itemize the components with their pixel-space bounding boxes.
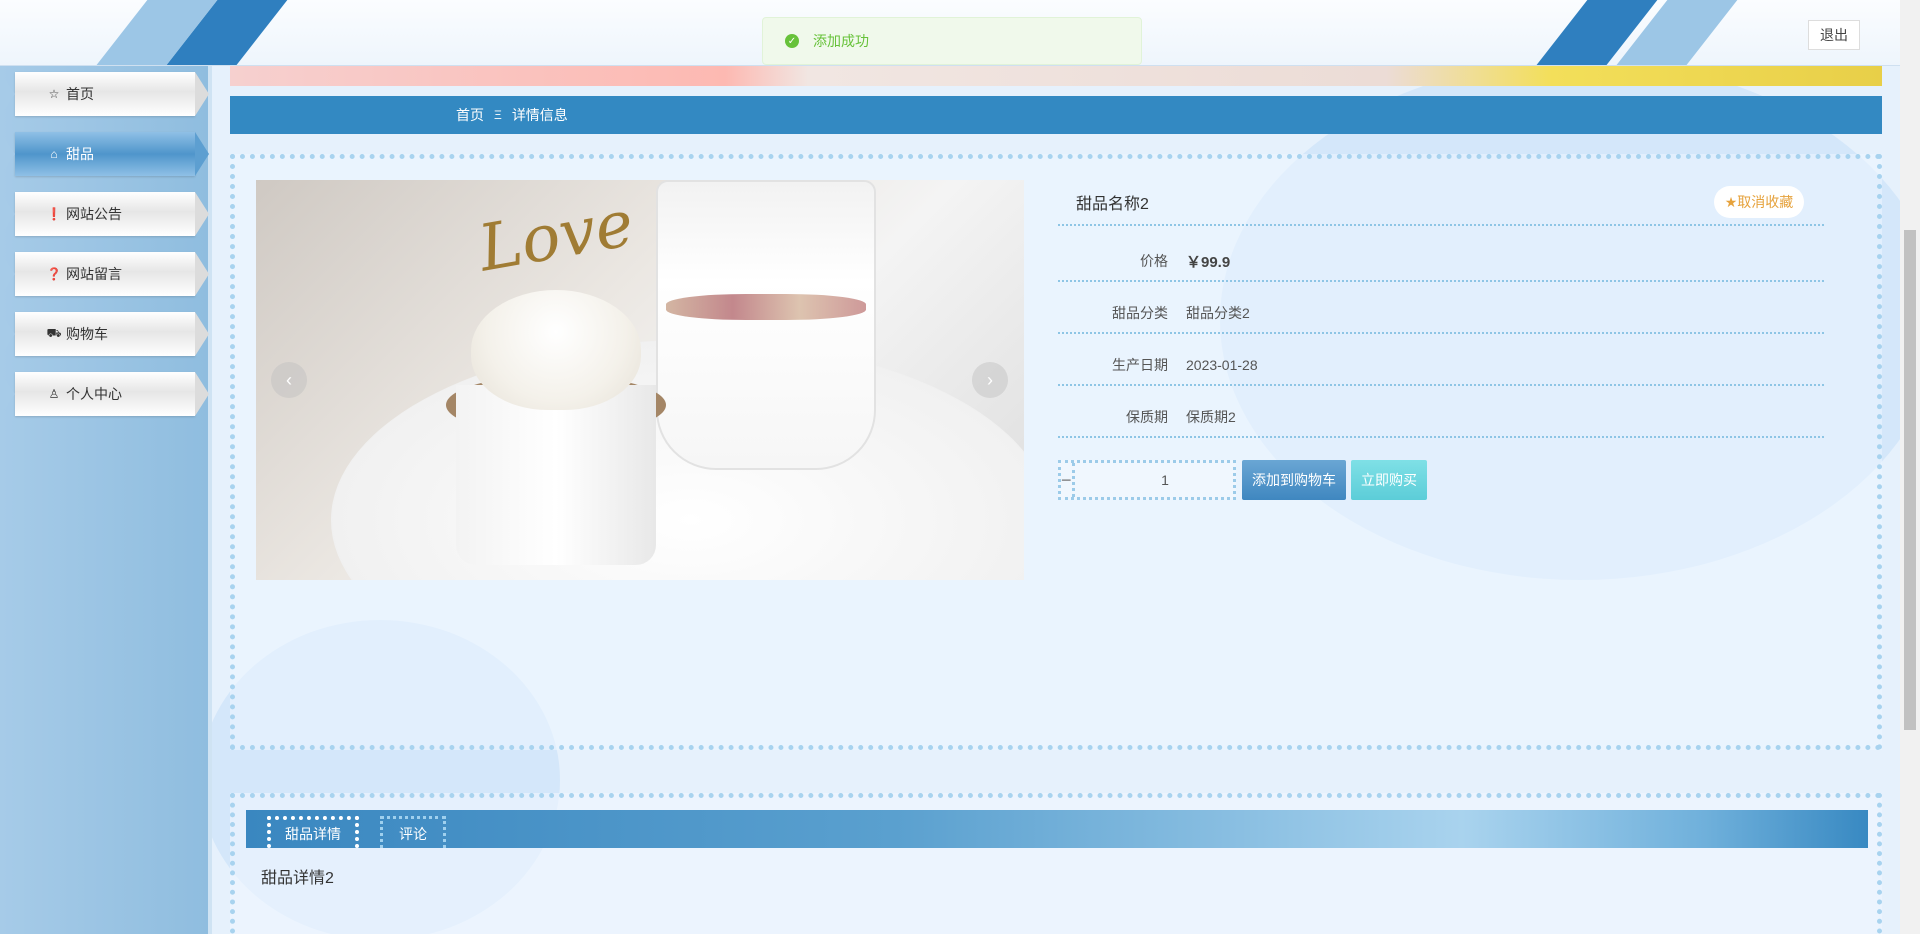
field-label: 价格: [1140, 253, 1168, 269]
nav-notch: [195, 312, 209, 356]
product-image-carousel[interactable]: Love: [256, 180, 1024, 580]
field-label: 保质期: [1126, 409, 1168, 425]
field-label: 生产日期: [1112, 357, 1168, 373]
add-to-cart-button[interactable]: 添加到购物车: [1242, 460, 1346, 500]
nav-content: ⌂ 甜品: [0, 144, 94, 164]
sidebar-item-messages[interactable]: ❓ 网站留言: [0, 252, 212, 296]
production-date-value: 2023-01-28: [1186, 357, 1258, 373]
exclamation-circle-icon: ❗: [46, 207, 62, 221]
nav-notch: [195, 372, 209, 416]
sidebar-item-label: 购物车: [66, 326, 108, 342]
nav-content: ⛟ 购物车: [0, 324, 108, 344]
nav-content: ❓ 网站留言: [0, 264, 122, 284]
info-row-production-date: 生产日期 2023-01-28: [1058, 346, 1824, 386]
buy-now-button[interactable]: 立即购买: [1351, 460, 1427, 500]
jug-fill-shape: [666, 294, 866, 320]
price-value: ￥99.9: [1186, 253, 1231, 271]
lock-bag-icon: ⌂: [50, 147, 58, 161]
carousel-prev-icon[interactable]: ‹: [271, 362, 307, 398]
tab-content-text: 甜品详情2: [261, 870, 334, 887]
category-value: 甜品分类2: [1186, 305, 1250, 321]
nav-content: ♙ 个人中心: [0, 384, 122, 404]
decrease-quantity-button[interactable]: −: [1061, 463, 1075, 497]
breadcrumb-current: 详情信息: [511, 107, 568, 123]
field-label: 甜品分类: [1112, 305, 1168, 321]
sidebar-item-label: 个人中心: [66, 386, 122, 402]
quantity-input[interactable]: [1074, 463, 1256, 497]
nav-content: ❗ 网站公告: [0, 204, 122, 224]
info-row-category: 甜品分类 甜品分类2: [1058, 294, 1824, 334]
check-circle-icon: ✓: [785, 34, 799, 48]
quantity-stepper: − +: [1058, 460, 1269, 500]
sidebar-item-home[interactable]: ☆ 首页: [0, 72, 212, 116]
nav-notch: [195, 192, 209, 236]
cupcake-cup-shape: [456, 385, 656, 565]
sidebar-item-announcements[interactable]: ❗ 网站公告: [0, 192, 212, 236]
scrollbar-thumb[interactable]: [1904, 230, 1916, 730]
unfavorite-button[interactable]: ★取消收藏: [1714, 186, 1804, 218]
sidebar-item-label: 甜品: [66, 146, 94, 162]
shelf-life-value: 保质期2: [1186, 409, 1236, 425]
tab-comments[interactable]: 评论: [380, 816, 446, 848]
nav-notch: [195, 132, 209, 176]
info-row-shelf-life: 保质期 保质期2: [1058, 398, 1824, 438]
sidebar-item-label: 网站留言: [66, 266, 122, 282]
nav-notch: [195, 252, 209, 296]
sidebar: ☆ 首页 ⌂ 甜品 ❗ 网站公告 ❓ 网站留言 ⛟ 购物车 ♙ 个人中心: [0, 66, 212, 934]
milk-jug-shape: [656, 180, 876, 470]
breadcrumb-home[interactable]: 首页: [456, 105, 484, 125]
sidebar-item-label: 首页: [66, 86, 94, 102]
sidebar-item-profile[interactable]: ♙ 个人中心: [0, 372, 212, 416]
cart-icon: ⛟: [46, 326, 62, 340]
logout-button[interactable]: 退出: [1808, 20, 1860, 50]
nav-content: ☆ 首页: [0, 84, 94, 104]
breadcrumb-separator-icon: Ξ: [494, 108, 502, 122]
toast-message: 添加成功: [813, 33, 869, 49]
tab-dessert-details[interactable]: 甜品详情: [267, 816, 359, 848]
product-name: 甜品名称2: [1076, 196, 1149, 213]
success-toast: ✓ 添加成功: [762, 17, 1142, 65]
star-icon: ☆: [48, 87, 60, 101]
nav-notch: [195, 72, 209, 116]
love-topper: Love: [473, 186, 640, 287]
sidebar-item-cart[interactable]: ⛟ 购物车: [0, 312, 212, 356]
banner-image-strip: [230, 66, 1882, 86]
sidebar-item-label: 网站公告: [66, 206, 122, 222]
product-title-row: 甜品名称2 ★取消收藏: [1058, 180, 1824, 226]
question-circle-icon: ❓: [46, 267, 62, 281]
page-scrollbar[interactable]: [1900, 0, 1920, 934]
sidebar-item-desserts[interactable]: ⌂ 甜品: [0, 132, 212, 176]
carousel-next-icon[interactable]: ›: [972, 362, 1008, 398]
breadcrumb: 首页 Ξ 详情信息: [230, 96, 1882, 134]
info-row-price: 价格 ￥99.9: [1058, 242, 1824, 282]
tab-bar: [246, 810, 1868, 848]
user-icon: ♙: [48, 387, 60, 401]
